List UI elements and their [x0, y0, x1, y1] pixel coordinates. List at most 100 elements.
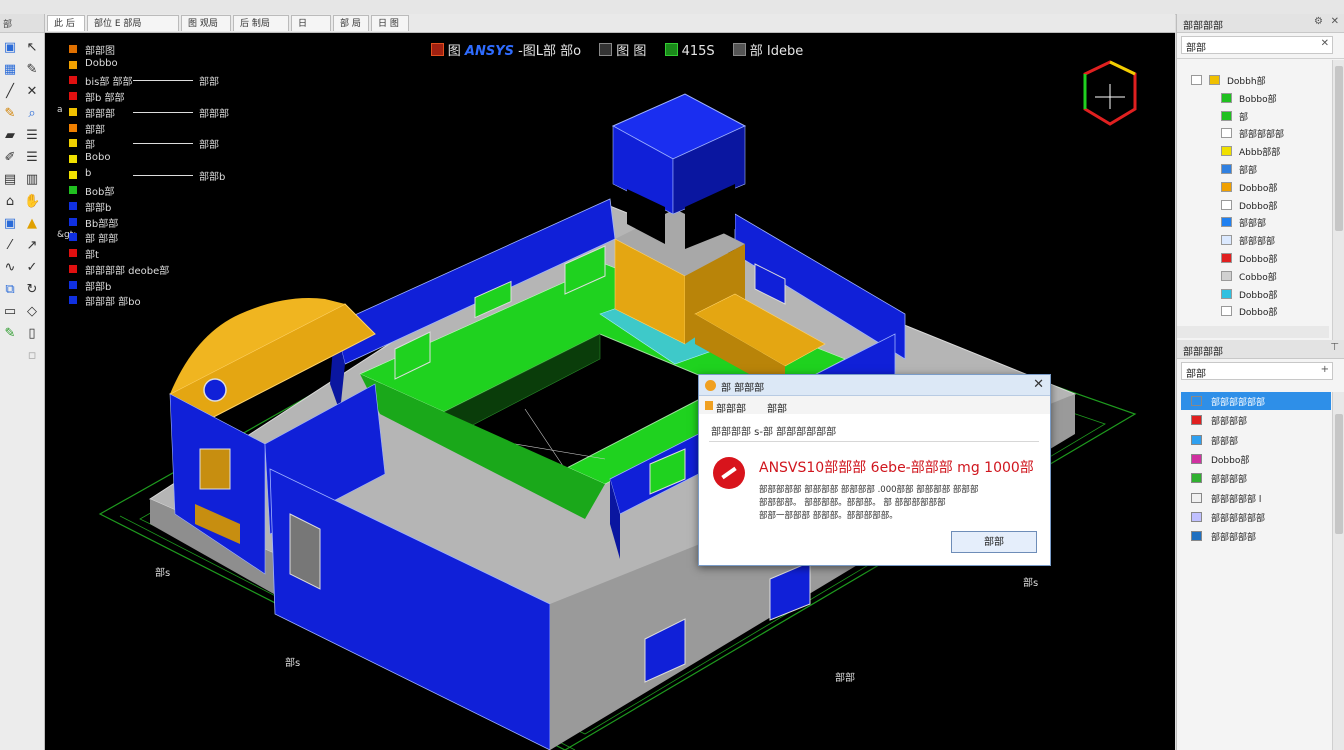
check-icon[interactable]: ✓	[24, 260, 40, 276]
tree-hscroll[interactable]	[1177, 326, 1329, 338]
settings-icon[interactable]: ⚙	[1314, 16, 1323, 27]
result-list-item[interactable]: 部部部部部部	[1181, 508, 1331, 526]
panel-search-2-text: 部部	[1186, 369, 1206, 380]
tree-checkbox[interactable]	[1191, 75, 1202, 85]
result-item-icon	[1191, 453, 1202, 464]
3d-viewport[interactable]: 此 后 部位 E 部局 图 观局 后 制局 日 部 局 日 图 图 ANSYS …	[45, 14, 1175, 750]
brush2-icon[interactable]: ✐	[2, 150, 18, 166]
tab-4[interactable]: 日	[291, 15, 331, 31]
tree-node-label: 部部部	[1239, 219, 1267, 230]
panel-header-2-title: 部部部部	[1183, 347, 1223, 358]
result-item-label: 部部部部	[1211, 475, 1248, 486]
result-list-item[interactable]: 部部部部部	[1181, 527, 1331, 545]
result-list-item[interactable]: 部部部部	[1181, 469, 1331, 487]
cross-icon[interactable]: ✕	[24, 84, 40, 100]
result-item-icon	[1191, 396, 1202, 406]
legend-label: 部部部部 deobe部	[85, 265, 170, 277]
dialog-menu-2[interactable]: 部部	[767, 400, 787, 415]
close-icon[interactable]: ✕	[1033, 377, 1044, 393]
brush-green-icon[interactable]: ✎	[2, 326, 18, 342]
legend-swatch	[69, 233, 77, 242]
zoom-icon[interactable]: ⌕	[24, 106, 40, 122]
dialog-menu-1[interactable]: 部部部	[716, 400, 746, 415]
legend-trail-label: 部部部	[199, 108, 229, 120]
tab-6[interactable]: 日 图	[371, 15, 409, 31]
legend-label: Bobo	[85, 151, 111, 163]
result-list-item[interactable]: Dobbo部	[1181, 450, 1331, 468]
tab-3[interactable]: 后 制局	[233, 15, 289, 31]
arrow-icon[interactable]: ↗	[24, 238, 40, 254]
tree-node-icon	[1221, 181, 1232, 192]
panel-search-2[interactable]: 部部 +	[1181, 362, 1333, 380]
hand-icon[interactable]: ✋	[24, 194, 40, 210]
page-icon[interactable]: ▯	[24, 326, 40, 342]
result-list-item[interactable]: 部部部部部部	[1181, 392, 1331, 410]
cube-icon[interactable]: ⌂	[2, 194, 18, 210]
tab-1[interactable]: 部位 E 部局	[87, 15, 179, 31]
ok-button[interactable]: 部部	[951, 531, 1037, 553]
tree-node-label: 部部部部	[1239, 237, 1276, 248]
brush-icon[interactable]: ▰	[2, 128, 18, 144]
dialog-title: 部 部部部	[721, 383, 765, 394]
tree-node-label: 部部	[1239, 166, 1258, 176]
frame-icon[interactable]: ▣	[2, 216, 18, 232]
dim-label-c: 部部	[835, 673, 855, 684]
list-icon[interactable]: ☰	[24, 128, 40, 144]
rows-icon[interactable]: ▥	[24, 172, 40, 188]
add-icon[interactable]: +	[1321, 364, 1329, 375]
legend-leader-line	[133, 143, 193, 145]
dialog-menu: 部部部 部部	[699, 396, 1050, 415]
result-item-icon	[1191, 415, 1202, 426]
pointer-icon[interactable]: ↖	[24, 40, 40, 56]
grid-icon[interactable]: ▦	[2, 62, 18, 78]
select-icon[interactable]: ▣	[2, 40, 18, 56]
layers-icon[interactable]: ⧉	[2, 282, 18, 298]
search-clear-icon[interactable]: ✕	[1321, 38, 1329, 49]
list-scroll-thumb[interactable]	[1335, 414, 1343, 534]
tab-2[interactable]: 图 观局	[181, 15, 231, 31]
tree-scroll-thumb[interactable]	[1335, 66, 1343, 231]
close-panel-icon[interactable]: ✕	[1331, 16, 1339, 27]
curve-icon[interactable]: ∿	[2, 260, 18, 276]
error-dialog: 部 部部部 ✕ 部部部 部部 部部部部 s-部 部部部部部部 ANSVS10部部…	[698, 374, 1051, 566]
warning-icon[interactable]: ▲	[24, 216, 40, 232]
line-icon[interactable]: ╱	[2, 84, 18, 100]
lines-icon[interactable]: ☰	[24, 150, 40, 166]
legend-leader-line	[133, 174, 193, 176]
slash-icon[interactable]: ⁄	[2, 238, 18, 254]
legend-leader-line	[133, 80, 193, 82]
legend-label: 部部部 部bo	[85, 297, 141, 309]
tab-0[interactable]: 此 后	[47, 15, 85, 31]
tree-scrollbar[interactable]	[1332, 60, 1344, 340]
legend-swatch	[69, 264, 77, 273]
dialog-menu-icon	[705, 401, 713, 410]
pencil-icon[interactable]: ✎	[2, 106, 18, 122]
box-icon[interactable]: ▤	[2, 172, 18, 188]
result-list-item[interactable]: 部部部部部 l	[1181, 489, 1331, 507]
legend-label: 部	[85, 140, 95, 152]
legend-label: bis部 部部	[85, 77, 133, 89]
legend-label: Bob部	[85, 187, 115, 199]
toolbar-header-label: 部	[3, 20, 13, 30]
legend-swatch	[69, 280, 77, 289]
panel-search-1[interactable]: 部部 ✕	[1181, 36, 1333, 54]
legend-swatch	[69, 76, 77, 85]
small-box-icon[interactable]: ▫	[24, 348, 40, 364]
eraser-icon[interactable]: ◇	[24, 304, 40, 320]
tab-5[interactable]: 部 局	[333, 15, 369, 31]
header-prefix: 图	[447, 44, 465, 59]
pen-icon[interactable]: ✎	[24, 62, 40, 78]
legend-swatch	[69, 170, 77, 179]
list-scrollbar[interactable]	[1332, 392, 1344, 750]
result-item-icon	[1191, 473, 1202, 484]
legend-label: 部部	[85, 124, 105, 136]
legend-swatch	[69, 107, 77, 116]
result-list-item[interactable]: 部部部部	[1181, 411, 1331, 429]
pin-icon[interactable]: ⊤	[1330, 342, 1339, 353]
ruler-icon[interactable]: ▭	[2, 304, 18, 320]
legend-trail-label: 部部b	[199, 171, 226, 183]
result-item-label: 部部部部部 l	[1211, 494, 1262, 505]
rotate-icon[interactable]: ↻	[24, 282, 40, 298]
result-list-item[interactable]: 部部部	[1181, 431, 1331, 449]
tree-node-label: Dobbo部	[1239, 255, 1278, 265]
